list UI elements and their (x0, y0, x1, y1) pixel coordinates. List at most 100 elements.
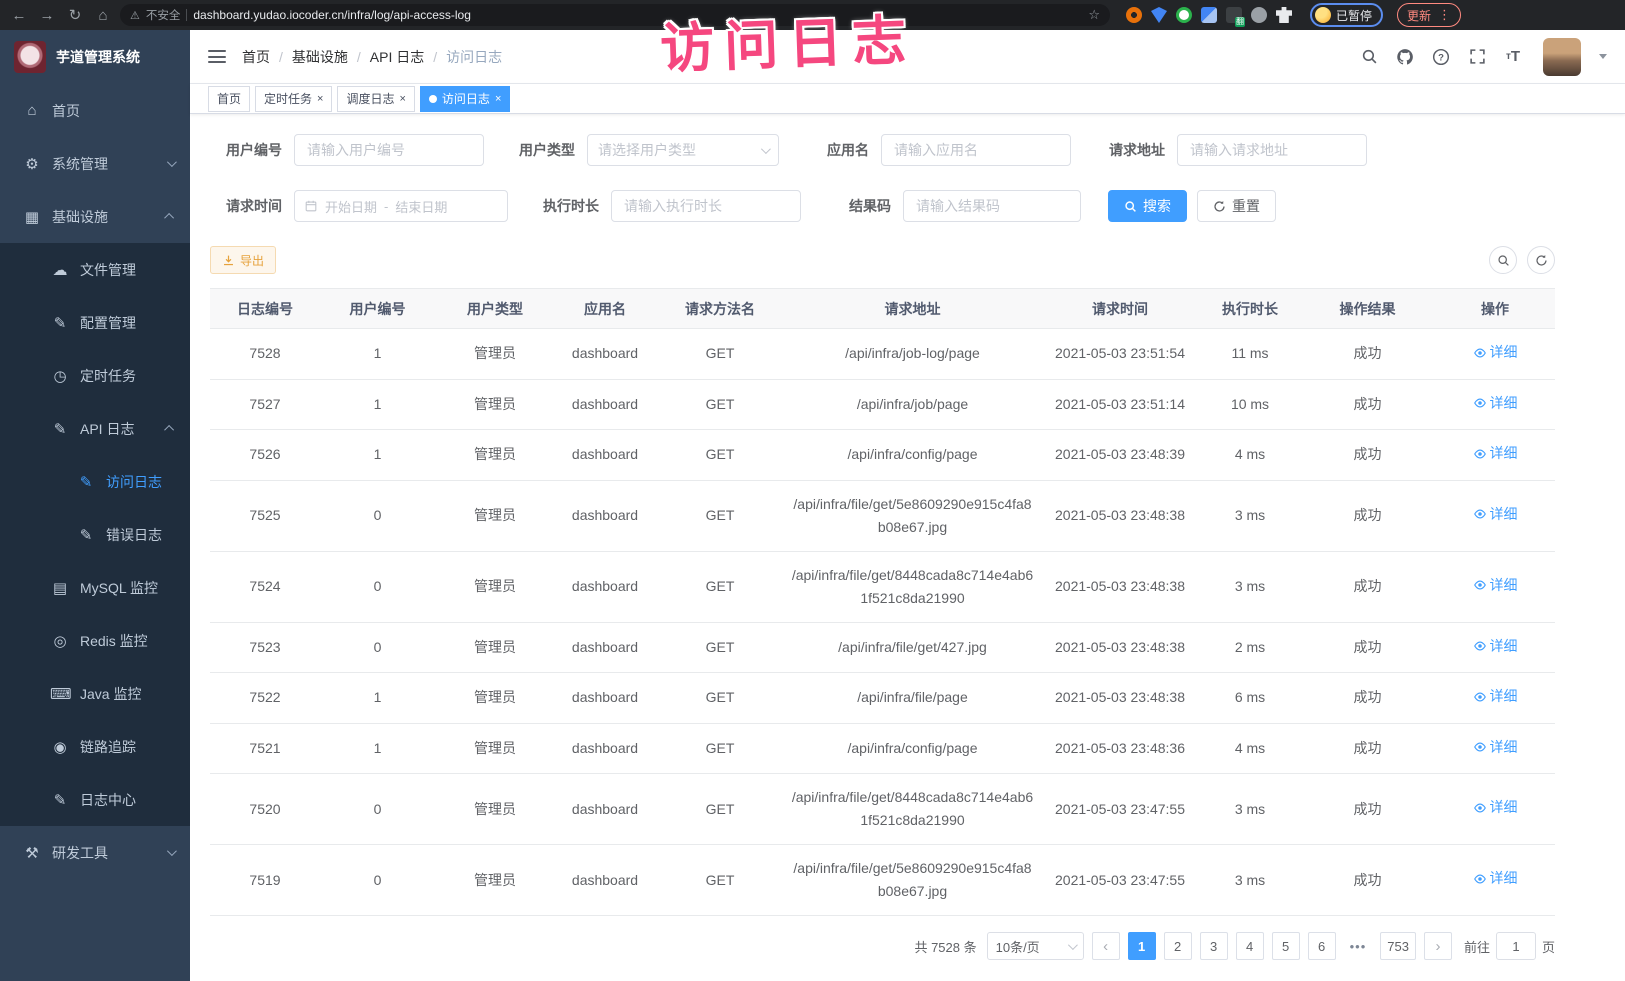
page-number-button[interactable]: 753 (1380, 932, 1416, 960)
detail-link[interactable]: 详细 (1473, 867, 1518, 890)
page-size-select[interactable]: 10条/页 (987, 932, 1084, 960)
browser-update-button[interactable]: 更新 ⋮ (1397, 3, 1461, 27)
duration-cell: 2 ms (1200, 622, 1300, 673)
next-page-button[interactable]: › (1424, 932, 1452, 960)
view-tab[interactable]: 定时任务 × (255, 86, 332, 112)
detail-link[interactable]: 详细 (1473, 503, 1518, 526)
page-number-button[interactable]: 5 (1272, 932, 1300, 960)
search-button[interactable]: 搜索 (1108, 190, 1187, 222)
result-code-input[interactable] (903, 190, 1081, 222)
duration-cell: 10 ms (1200, 379, 1300, 430)
help-icon[interactable]: ? (1431, 47, 1451, 67)
search-icon[interactable] (1359, 47, 1379, 67)
url-bar[interactable]: ⚠ 不安全 dashboard.yudao.iocoder.cn/infra/l… (120, 4, 1110, 26)
hide-search-button[interactable] (1489, 246, 1517, 274)
breadcrumb-item[interactable]: 访问日志 / (446, 47, 502, 67)
page-number-button[interactable]: 3 (1200, 932, 1228, 960)
tab-close-icon[interactable]: × (399, 93, 405, 105)
sidebar-menu-item[interactable]: ✎ 访问日志 (0, 455, 190, 508)
sidebar-menu-item[interactable]: ◉ 链路追踪 (0, 720, 190, 773)
detail-link[interactable]: 详细 (1473, 736, 1518, 759)
search-icon (1124, 200, 1137, 213)
tab-close-icon[interactable]: × (495, 93, 501, 105)
forward-icon[interactable]: → (36, 8, 58, 23)
user-id-cell: 0 (320, 774, 435, 845)
back-icon[interactable]: ← (8, 8, 30, 23)
sidebar-menu-item[interactable]: ✎ 配置管理 (0, 296, 190, 349)
request-time-cell: 2021-05-03 23:48:38 (1040, 551, 1200, 622)
browser-menu-icon[interactable]: ⋮ (1438, 7, 1451, 23)
request-url-input[interactable] (1177, 134, 1367, 166)
browser-extension-icon[interactable] (1201, 7, 1217, 23)
browser-extension-icon[interactable] (1126, 7, 1142, 23)
fullscreen-icon[interactable] (1467, 47, 1487, 67)
sidebar-menu-item[interactable]: ▦ 基础设施 (0, 190, 190, 243)
duration-input[interactable] (611, 190, 801, 222)
sidebar-menu-item[interactable]: ☁ 文件管理 (0, 243, 190, 296)
extensions-puzzle-icon[interactable] (1276, 7, 1292, 23)
sidebar-menu-item[interactable]: ⌂ 首页 (0, 84, 190, 137)
column-header: 请求方法名 (655, 289, 785, 329)
page-number-button[interactable]: 2 (1164, 932, 1192, 960)
prev-page-button[interactable]: ‹ (1092, 932, 1120, 960)
extensions-row: 翻 (1126, 7, 1292, 23)
sidebar-menu-item[interactable]: ⌨ Java 监控 (0, 667, 190, 720)
config-edit-icon: ✎ (50, 314, 70, 332)
menu-item-label: MySQL 监控 (80, 578, 158, 598)
breadcrumb-item[interactable]: 基础设施 / (292, 47, 370, 67)
view-tab[interactable]: 首页 (208, 86, 250, 112)
page-number-button[interactable]: 1 (1128, 932, 1156, 960)
tab-label: 访问日志 (442, 90, 490, 107)
detail-link[interactable]: 详细 (1473, 796, 1518, 819)
user-type-cell: 管理员 (435, 622, 555, 673)
sidebar-menu-item[interactable]: ✎ 错误日志 (0, 508, 190, 561)
browser-home-icon[interactable]: ⌂ (92, 8, 114, 23)
detail-link[interactable]: 详细 (1473, 392, 1518, 415)
sidebar-menu-item[interactable]: ◷ 定时任务 (0, 349, 190, 402)
goto-page-input[interactable] (1496, 932, 1536, 960)
sidebar-menu-item[interactable]: ⚒ 研发工具 (0, 826, 190, 879)
detail-link[interactable]: 详细 (1473, 635, 1518, 658)
browser-extension-icon[interactable] (1251, 7, 1267, 23)
eye-icon (1473, 447, 1487, 461)
export-button[interactable]: 导出 (210, 246, 276, 274)
reload-icon[interactable]: ↻ (64, 8, 86, 23)
translate-extension-icon[interactable]: 翻 (1226, 7, 1242, 23)
page-number-button[interactable]: ••• (1344, 932, 1373, 960)
github-icon[interactable] (1395, 47, 1415, 67)
tab-close-icon[interactable]: × (317, 93, 323, 105)
user-avatar[interactable] (1543, 38, 1581, 76)
sidebar-menu-item[interactable]: ◎ Redis 监控 (0, 614, 190, 667)
sidebar-menu-item[interactable]: ✎ 日志中心 (0, 773, 190, 826)
page-number-button[interactable]: 6 (1308, 932, 1336, 960)
column-header: 请求地址 (785, 289, 1040, 329)
font-size-icon[interactable]: тT (1503, 47, 1523, 67)
result-cell: 成功 (1300, 845, 1435, 916)
browser-extension-icon[interactable] (1176, 7, 1192, 23)
view-tab[interactable]: 调度日志 × (337, 86, 414, 112)
detail-link[interactable]: 详细 (1473, 574, 1518, 597)
page-number-button[interactable]: 4 (1236, 932, 1264, 960)
breadcrumb-item[interactable]: API 日志 / (370, 47, 446, 67)
avatar-caret-icon[interactable] (1599, 54, 1607, 59)
user-id-input[interactable] (294, 134, 484, 166)
breadcrumb-item[interactable]: 首页 / (242, 47, 292, 67)
detail-link[interactable]: 详细 (1473, 442, 1518, 465)
method-cell: GET (655, 622, 785, 673)
browser-profile-chip[interactable]: 已暂停 (1310, 3, 1383, 27)
sidebar-toggle-icon[interactable] (208, 50, 226, 63)
sidebar-menu-item[interactable]: ✎ API 日志 (0, 402, 190, 455)
request-time-range-picker[interactable]: 开始日期 - 结束日期 (294, 190, 508, 222)
detail-link[interactable]: 详细 (1473, 341, 1518, 364)
reset-button[interactable]: 重置 (1197, 190, 1276, 222)
refresh-table-button[interactable] (1527, 246, 1555, 274)
app-name-input[interactable] (881, 134, 1071, 166)
detail-link[interactable]: 详细 (1473, 685, 1518, 708)
browser-extension-icon[interactable] (1151, 7, 1167, 23)
view-tab[interactable]: 访问日志 × (420, 86, 510, 112)
sidebar-menu-item[interactable]: ▤ MySQL 监控 (0, 561, 190, 614)
user-id-cell: 0 (320, 845, 435, 916)
user-type-select[interactable]: 请选择用户类型 (587, 134, 779, 166)
sidebar-menu-item[interactable]: ⚙ 系统管理 (0, 137, 190, 190)
bookmark-star-icon[interactable]: ☆ (1088, 7, 1100, 23)
